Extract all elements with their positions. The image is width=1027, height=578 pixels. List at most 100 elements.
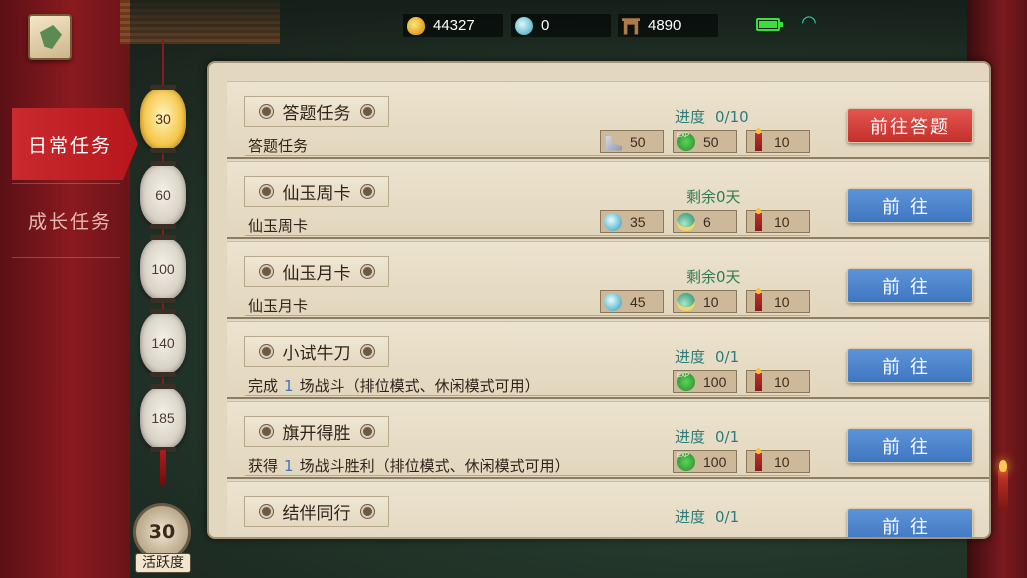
task-title: 答题任务	[282, 104, 351, 124]
ornament-dot	[261, 507, 271, 516]
reward-amount: 100	[703, 453, 727, 470]
wifi-icon: ◠	[801, 12, 817, 33]
reward-amount: 10	[774, 453, 790, 470]
gold-counter: 44327	[402, 13, 504, 38]
tab-daily-tasks[interactable]: 日常任务	[12, 108, 138, 180]
reward-amount: 6	[703, 213, 711, 230]
ornament-dot	[261, 347, 271, 356]
reward-item: EXP 50	[673, 130, 737, 153]
task-desc: 答题任务	[248, 137, 309, 155]
ornament-dot	[362, 187, 372, 196]
back-button[interactable]	[28, 14, 72, 60]
milestone-lantern-30[interactable]: 30	[140, 85, 186, 153]
gate-icon	[622, 18, 640, 35]
tab-growth-tasks[interactable]: 成长任务	[12, 184, 138, 256]
go-quiz-button[interactable]: 前往答题	[847, 108, 973, 143]
milestone-value: 100	[151, 261, 175, 277]
divider	[245, 155, 810, 156]
reward-amount: 10	[774, 373, 790, 390]
candle-icon	[755, 207, 762, 231]
task-progress: 进度 0/1	[675, 346, 815, 367]
task-title: 旗开得胜	[282, 424, 351, 444]
progress-value: 0/10	[715, 108, 749, 126]
milestone-lantern-140[interactable]: 140	[140, 309, 186, 377]
ornament-dot	[261, 267, 271, 276]
progress-label: 进度	[675, 108, 706, 126]
reward-item: 45	[600, 290, 664, 313]
token-counter: 4890	[617, 13, 719, 38]
desc-text: 场战斗胜利（排位模式、休闲模式可用）	[299, 457, 570, 475]
progress-value: 0/1	[715, 348, 740, 366]
reward-amount: 100	[703, 373, 727, 390]
milestone-lantern-185[interactable]: 185	[140, 384, 186, 452]
exp-icon: EXP	[677, 452, 695, 471]
task-row-monthly-card: 仙玉月卡 仙玉月卡 剩余0天 45 10 10 前往	[227, 241, 989, 319]
go-button[interactable]: 前往	[847, 508, 973, 537]
task-list[interactable]: 答题任务 答题任务 进度 0/10 50 EXP 50 10 前往答题 仙玉周卡…	[227, 81, 989, 537]
task-row-first-win: 旗开得胜 获得 1 场战斗胜利（排位模式、休闲模式可用） 进度 0/1 EXP 100…	[227, 401, 989, 479]
task-progress: 进度 0/1	[675, 506, 815, 527]
desc-count: 1	[284, 457, 294, 475]
ornament-dot	[261, 107, 271, 116]
reward-item: 10	[746, 447, 810, 473]
battery-icon	[756, 18, 783, 31]
reward-item: 10	[746, 127, 810, 153]
activity-value: 30	[148, 521, 176, 543]
progress-label: 进度	[675, 508, 706, 526]
reward-item: EXP 100	[673, 370, 737, 393]
ornament-dot	[362, 107, 372, 116]
egg-icon	[677, 292, 695, 311]
sidebar-divider	[12, 257, 120, 258]
jade-icon	[604, 292, 622, 311]
ornament-dot	[261, 427, 271, 436]
divider	[245, 235, 810, 236]
task-title-box: 仙玉月卡	[244, 256, 389, 287]
desc-text: 获得	[248, 457, 279, 475]
go-button[interactable]: 前往	[847, 268, 973, 303]
task-desc: 完成 1 场战斗（排位模式、休闲模式可用）	[248, 375, 540, 396]
candle-decoration	[998, 460, 1008, 510]
reward-amount: 50	[703, 133, 719, 150]
task-row-first-battle: 小试牛刀 完成 1 场战斗（排位模式、休闲模式可用） 进度 0/1 EXP 100 1…	[227, 321, 989, 399]
progress-value: 0/1	[715, 428, 740, 446]
milestone-lantern-100[interactable]: 100	[140, 235, 186, 303]
token-value: 4890	[648, 17, 682, 34]
task-panel: 答题任务 答题任务 进度 0/10 50 EXP 50 10 前往答题 仙玉周卡…	[207, 61, 991, 539]
exp-icon: EXP	[677, 372, 695, 391]
reward-amount: 35	[630, 213, 646, 230]
reward-amount: 10	[774, 133, 790, 150]
reward-amount: 10	[774, 213, 790, 230]
task-desc: 仙玉周卡	[248, 217, 309, 235]
task-row-weekly-card: 仙玉周卡 仙玉周卡 剩余0天 35 6 10 前往	[227, 161, 989, 239]
task-desc: 获得 1 场战斗胜利（排位模式、休闲模式可用）	[248, 455, 570, 476]
go-button[interactable]: 前往	[847, 188, 973, 223]
go-button[interactable]: 前往	[847, 428, 973, 463]
shoe-icon	[605, 136, 622, 151]
ornament-dot	[362, 267, 372, 276]
reward-amount: 10	[703, 293, 719, 310]
milestone-value: 185	[151, 410, 175, 426]
reward-amount: 50	[630, 133, 646, 150]
milestone-lantern-60[interactable]: 60	[140, 161, 186, 229]
divider	[245, 475, 810, 476]
task-title: 仙玉月卡	[282, 264, 351, 284]
go-button[interactable]: 前往	[847, 348, 973, 383]
egg-icon	[677, 212, 695, 231]
progress-label: 进度	[675, 428, 706, 446]
task-title-box: 结伴同行	[244, 496, 389, 527]
desc-count: 1	[284, 377, 294, 395]
activity-label: 活跃度	[135, 553, 191, 573]
desc-text: 完成	[248, 377, 279, 395]
reward-item: EXP 100	[673, 450, 737, 473]
divider	[245, 395, 810, 396]
reward-item: 35	[600, 210, 664, 233]
curtain-left	[0, 0, 130, 578]
reward-item: 10	[746, 207, 810, 233]
task-progress: 进度 0/10	[675, 106, 815, 127]
task-title: 小试牛刀	[282, 344, 351, 364]
jade-counter: 0	[510, 13, 612, 38]
progress-label: 进度	[675, 348, 706, 366]
task-title: 仙玉周卡	[282, 184, 351, 204]
task-title-box: 答题任务	[244, 96, 389, 127]
remaining-days: 剩余0天	[686, 188, 741, 206]
